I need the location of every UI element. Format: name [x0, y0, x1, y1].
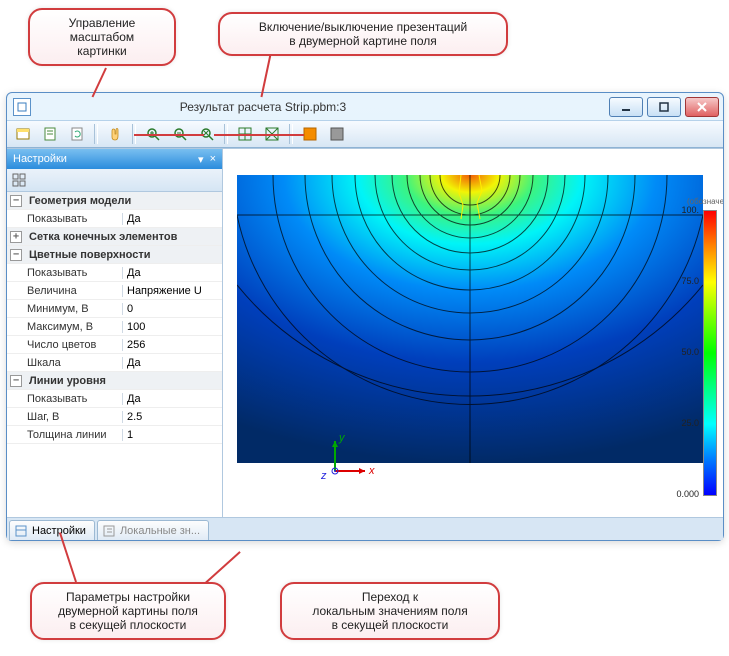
group-contours[interactable]: −Линии уровня: [7, 372, 222, 390]
tool-fill-gray-icon[interactable]: [325, 122, 349, 146]
prop-surf-scale[interactable]: ШкалаДа: [7, 354, 222, 372]
close-button[interactable]: [685, 97, 719, 117]
colorbar-tick: 0.000: [676, 489, 699, 499]
property-grid[interactable]: −Геометрия модели ПоказыватьДа +Сетка ко…: [7, 192, 222, 517]
hint-local: Переход к локальным значениям поля в сек…: [280, 582, 500, 640]
hint-text: Переход к локальным значениям поля в сек…: [312, 590, 467, 632]
app-icon: [13, 98, 31, 116]
svg-text:y: y: [338, 432, 346, 444]
colorbar-tick: 75.0: [681, 276, 699, 286]
categorize-icon[interactable]: [11, 172, 27, 188]
hint-presentations: Включение/выключение презентаций в двуме…: [218, 12, 508, 56]
prop-lines-thick[interactable]: Толщина линии1: [7, 426, 222, 444]
prop-surf-show[interactable]: ПоказыватьДа: [7, 264, 222, 282]
prop-surf-ncol[interactable]: Число цветов256: [7, 336, 222, 354]
tab-label: Локальные зн...: [120, 525, 200, 537]
group-geometry[interactable]: −Геометрия модели: [7, 192, 222, 210]
prop-surf-max[interactable]: Максимум, В100: [7, 318, 222, 336]
minimize-button[interactable]: [609, 97, 643, 117]
axis-triad: x y z: [315, 421, 385, 491]
svg-text:x: x: [368, 465, 375, 477]
tool-open-icon[interactable]: [11, 122, 35, 146]
tab-settings[interactable]: Настройки: [9, 520, 95, 540]
tool-refresh-icon[interactable]: [65, 122, 89, 146]
hint-text: Включение/выключение презентаций в двуме…: [259, 20, 467, 48]
colorbar-gradient: [703, 210, 717, 496]
hint-text: Управление масштабом картинки: [69, 16, 136, 58]
prop-surf-qty[interactable]: ВеличинаНапряжение U: [7, 282, 222, 300]
tool-page-icon[interactable]: [38, 122, 62, 146]
toolbar: [7, 120, 723, 148]
colorbar-tick: 50.0: [681, 347, 699, 357]
hint-settings: Параметры настройки двумерной картины по…: [30, 582, 226, 640]
group-mesh[interactable]: +Сетка конечных элементов: [7, 228, 222, 246]
colorbar-tick: 100.: [681, 205, 699, 215]
hint-text: Параметры настройки двумерной картины по…: [58, 590, 198, 632]
titlebar[interactable]: Результат расчета Strip.pbm:3: [7, 93, 723, 120]
property-toolbar: [7, 169, 222, 192]
panel-close-icon[interactable]: ×: [210, 153, 216, 165]
tool-hand-icon[interactable]: [103, 122, 127, 146]
pin-icon[interactable]: ▾: [198, 153, 204, 166]
tab-local-values[interactable]: Локальные зн...: [97, 520, 209, 540]
group-surfaces[interactable]: −Цветные поверхности: [7, 246, 222, 264]
prop-geom-show[interactable]: ПоказыватьДа: [7, 210, 222, 228]
maximize-button[interactable]: [647, 97, 681, 117]
prop-surf-min[interactable]: Минимум, В0: [7, 300, 222, 318]
prop-lines-step[interactable]: Шаг, В2.5: [7, 408, 222, 426]
bottom-tabs: Настройки Локальные зн...: [7, 517, 723, 540]
settings-panel-header[interactable]: Настройки ▾ ×: [7, 149, 222, 169]
colorbar-tick: 25.0: [681, 418, 699, 428]
svg-text:z: z: [320, 470, 327, 482]
hint-zoom: Управление масштабом картинки: [28, 8, 176, 66]
result-window: Результат расчета Strip.pbm:3 Настройки: [6, 92, 724, 541]
prop-lines-show[interactable]: ПоказыватьДа: [7, 390, 222, 408]
colorbar: (обозначение) 100. 75.0 50.0 25.0 0.000: [687, 197, 717, 496]
settings-panel: Настройки ▾ × −Геометрия модели Показыва…: [7, 149, 223, 517]
window-title: Результат расчета Strip.pbm:3: [37, 100, 609, 114]
field-viewport[interactable]: x y z (обозначение) 100. 75.0 50.0 25.0 …: [223, 149, 723, 517]
settings-panel-title: Настройки: [13, 153, 67, 165]
field-canvas: [237, 175, 703, 463]
